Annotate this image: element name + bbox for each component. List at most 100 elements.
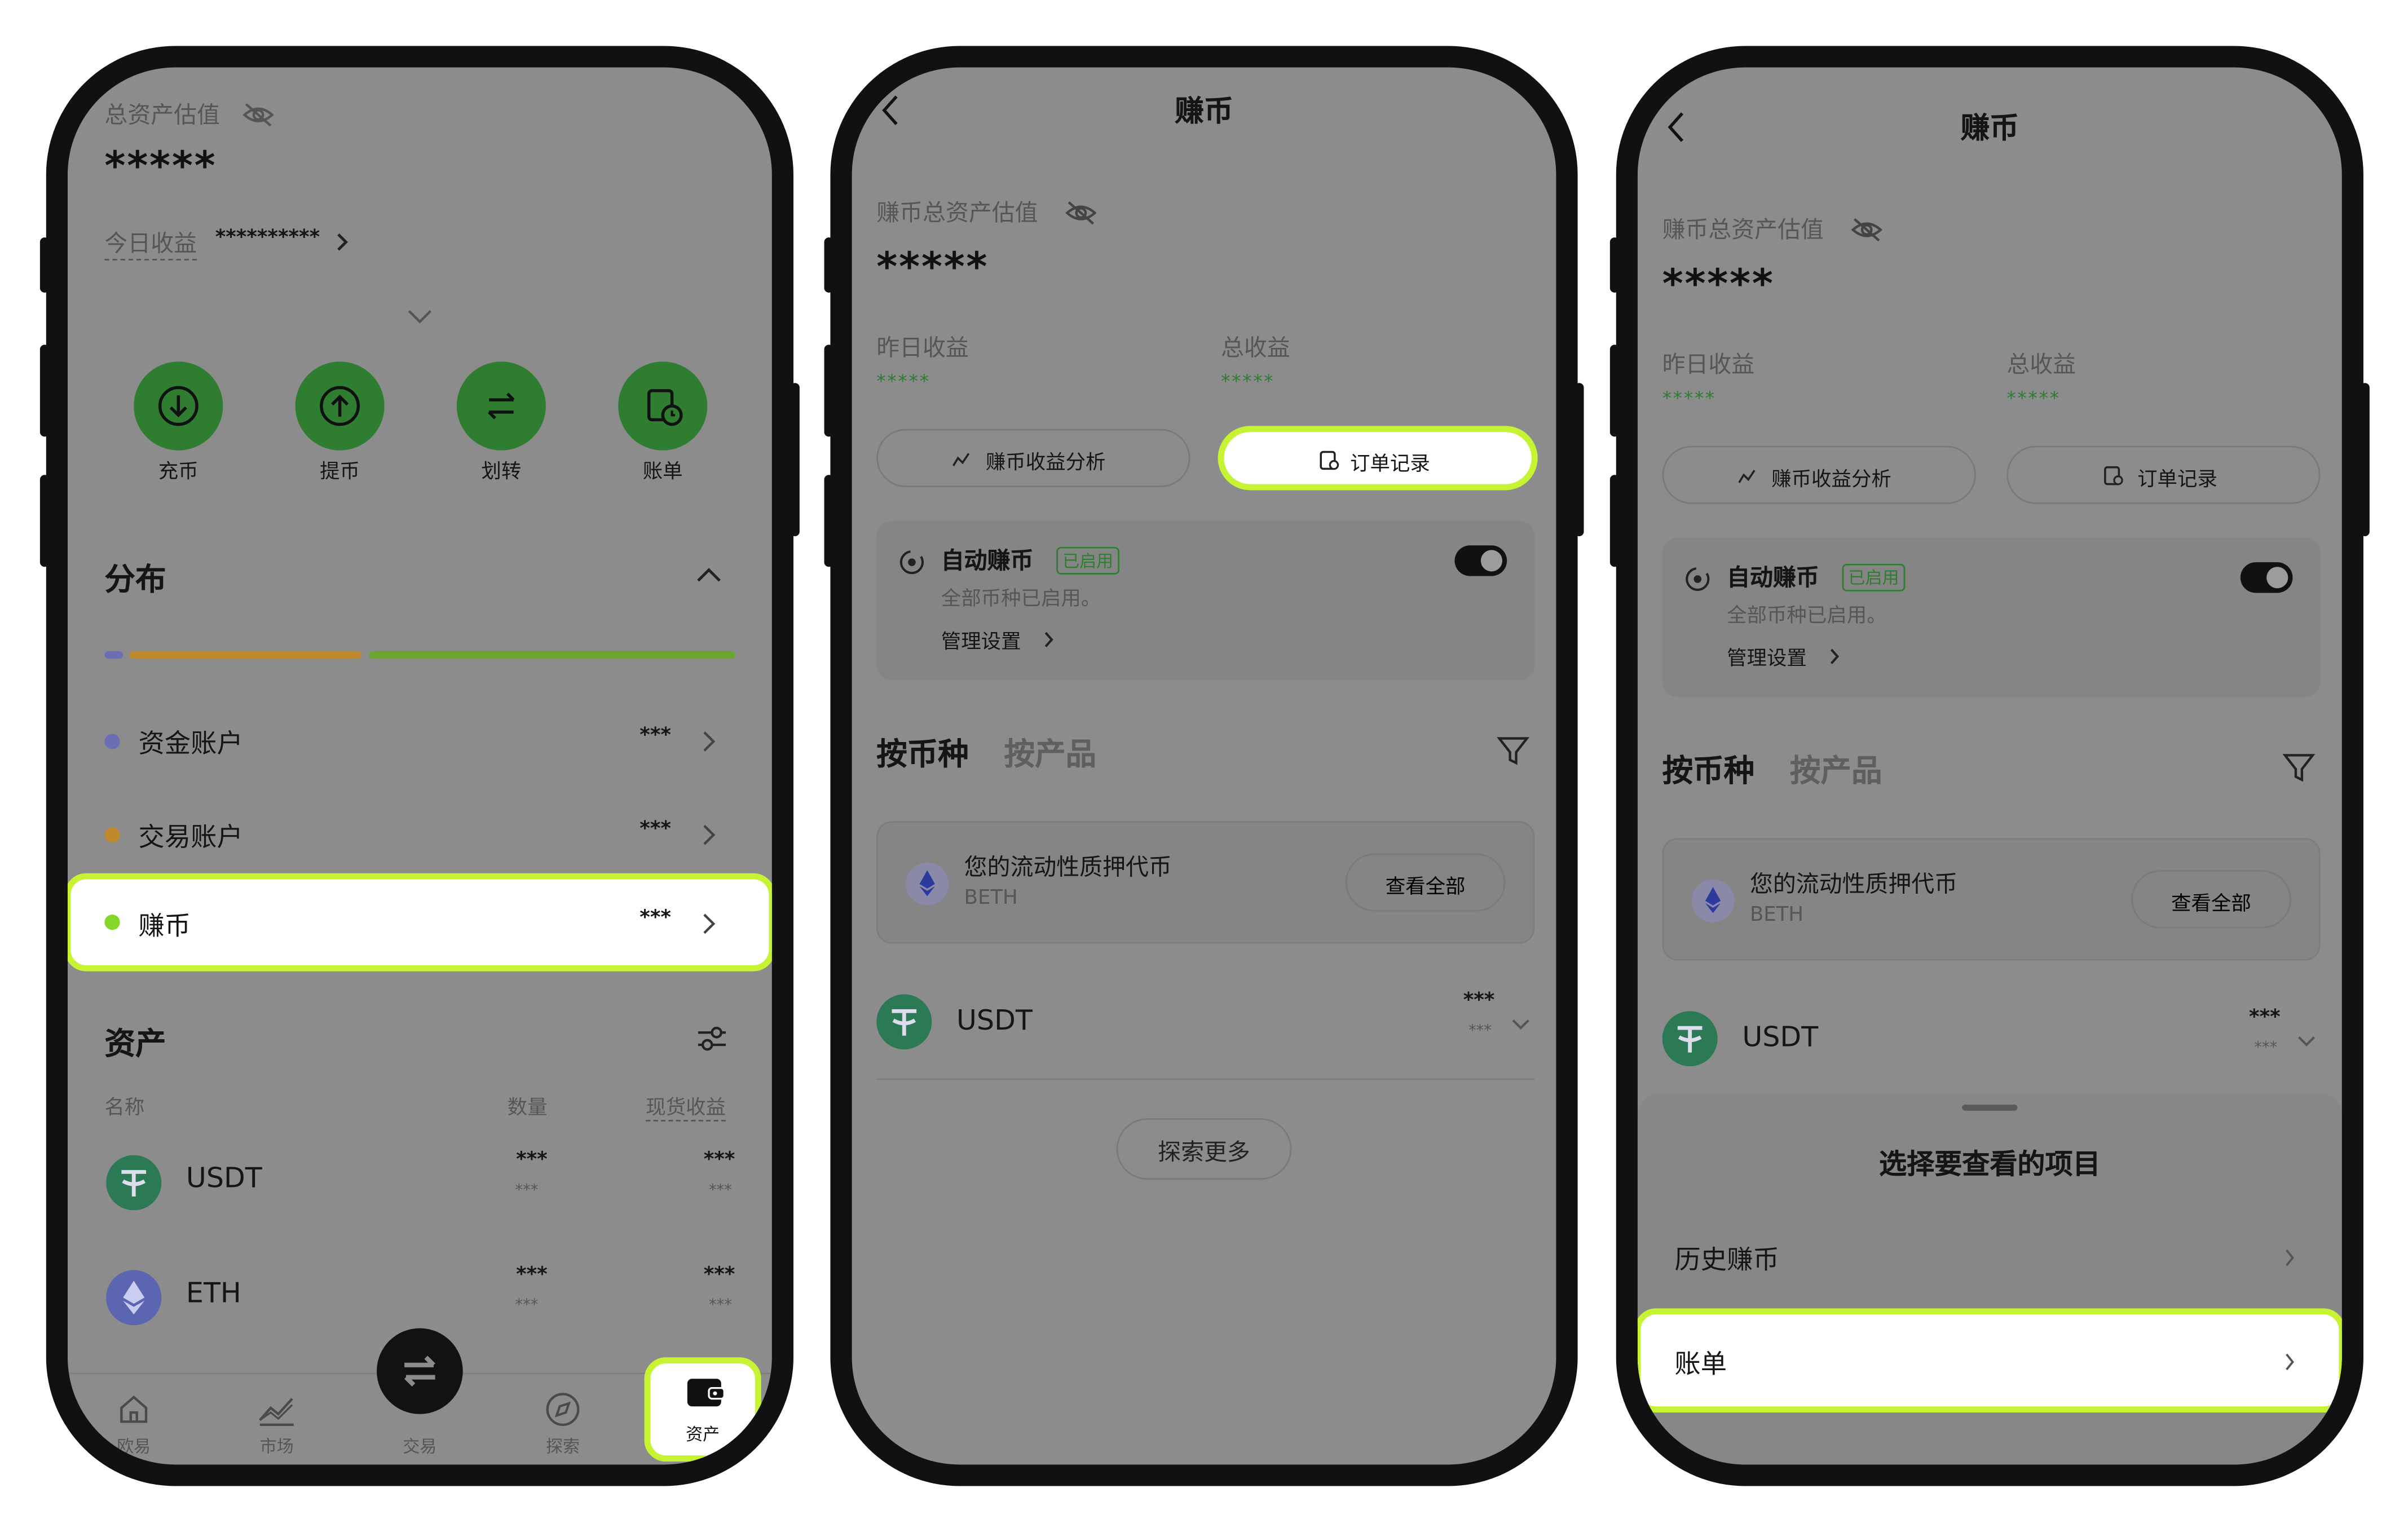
earn-asset-sub: ***: [1468, 1023, 1492, 1040]
asset-name: USDT: [186, 1163, 262, 1195]
auto-earn-title: 自动赚币: [941, 546, 1034, 575]
nav-label: 探索: [545, 1437, 580, 1457]
toggle-knob: [1480, 550, 1502, 572]
nav-assets[interactable]: 资产: [644, 1357, 761, 1462]
yesterday-earnings-label: 昨日收益: [1662, 351, 1755, 379]
tab-by-product[interactable]: 按产品: [1790, 746, 1882, 791]
side-button: [1609, 475, 1620, 567]
filter-icon[interactable]: [2281, 750, 2317, 784]
earn-asset-sub: ***: [2254, 1040, 2278, 1057]
tab-by-product[interactable]: 按产品: [1004, 729, 1097, 774]
trade-fab: [377, 1328, 463, 1414]
yesterday-earnings-label: 昨日收益: [876, 334, 969, 362]
sheet-item-bill[interactable]: 账单: [1637, 1308, 2342, 1413]
deposit-button[interactable]: [134, 361, 223, 451]
chevron-right-icon[interactable]: [334, 231, 349, 253]
account-row-trading[interactable]: 交易账户 ***: [68, 797, 772, 873]
chevron-down-icon: [2297, 1036, 2316, 1047]
nav-market[interactable]: 市场: [233, 1388, 320, 1465]
order-history-button[interactable]: 订单记录: [1218, 426, 1538, 491]
side-button: [1609, 345, 1620, 437]
nav-trade[interactable]: 交易: [377, 1328, 463, 1465]
lsd-card: 您的流动性质押代币 BETH 查看全部: [876, 821, 1535, 944]
auto-earn-toggle[interactable]: [2240, 562, 2293, 593]
row-divider: [876, 1078, 1535, 1080]
transfer-label: 划转: [481, 461, 522, 484]
auto-earn-icon: [899, 550, 924, 575]
withdraw-button[interactable]: [295, 361, 385, 451]
earn-total-label: 赚币总资产估值: [876, 199, 1038, 227]
side-button: [39, 237, 50, 293]
home-icon: [120, 1396, 148, 1423]
screen-assets: 总资产估值 ***** 今日收益 ********** 充币 提币 划转 账单 …: [67, 67, 772, 1465]
lsd-card: 您的流动性质押代币 BETH 查看全部: [1662, 838, 2321, 961]
asset-pnl-sub: ***: [709, 1182, 732, 1200]
beth-icon: [906, 862, 949, 906]
asset-name: ETH: [186, 1277, 241, 1310]
earn-analysis-button[interactable]: 赚币收益分析: [1662, 445, 1976, 504]
chevron-right-icon: [1044, 632, 1053, 647]
view-all-button[interactable]: 查看全部: [2131, 870, 2291, 929]
eye-off-icon[interactable]: [1064, 199, 1098, 227]
view-all-button[interactable]: 查看全部: [1345, 853, 1506, 912]
asset-quantity-sub: ***: [515, 1182, 539, 1200]
eye-off-icon[interactable]: [241, 101, 275, 129]
total-earnings-label: 总收益: [1220, 334, 1290, 362]
account-row-earn[interactable]: 赚币 ***: [67, 873, 772, 972]
manage-settings-link[interactable]: 管理设置: [941, 625, 1021, 654]
side-button: [39, 345, 50, 437]
nav-label: 资产: [686, 1424, 720, 1445]
nav-okx[interactable]: 欧易: [91, 1388, 177, 1465]
earn-dot: [104, 915, 120, 930]
deposit-label: 充币: [158, 461, 199, 484]
auto-earn-toggle[interactable]: [1454, 545, 1507, 576]
bill-button[interactable]: [618, 361, 708, 451]
sheet-handle[interactable]: [1962, 1104, 2018, 1111]
sheet-item-history-earn[interactable]: 历史赚币: [1638, 1216, 2342, 1302]
earn-row-usdt[interactable]: USDT *** ***: [852, 974, 1556, 1075]
side-button: [824, 237, 833, 293]
distribution-title: 分布: [104, 560, 166, 598]
nav-label: 市场: [259, 1437, 294, 1457]
order-history-label: 订单记录: [2137, 469, 2217, 492]
auto-earn-subtitle: 全部币种已启用。: [941, 588, 1101, 612]
chart-icon: [952, 453, 970, 466]
settings-sliders-icon[interactable]: [694, 1021, 730, 1057]
account-row-funding[interactable]: 资金账户 ***: [68, 703, 772, 780]
chevron-right-icon: [2286, 1249, 2294, 1266]
auto-earn-subtitle: 全部币种已启用。: [1727, 605, 1887, 628]
chevron-down-icon: [1512, 1019, 1529, 1030]
enabled-badge: 已启用: [1056, 546, 1120, 575]
asset-pnl: ***: [703, 1264, 735, 1287]
withdraw-label: 提币: [320, 461, 360, 484]
eye-off-icon[interactable]: [1850, 216, 1884, 244]
tab-by-coin[interactable]: 按币种: [876, 729, 969, 774]
earn-analysis-button[interactable]: 赚币收益分析: [876, 429, 1190, 488]
distribution-bar-earn: [369, 651, 735, 659]
today-earnings-label: 今日收益: [104, 227, 197, 261]
side-button: [1609, 237, 1620, 293]
asset-row-usdt[interactable]: USDT *** *** *** ***: [68, 1140, 772, 1231]
earn-row-usdt[interactable]: USDT *** ***: [1638, 991, 2342, 1092]
filter-icon[interactable]: [1494, 734, 1531, 767]
chevron-up-icon[interactable]: [695, 566, 722, 584]
lsd-subtitle: BETH: [964, 887, 1018, 910]
chevron-right-icon: [1830, 648, 1840, 664]
order-history-button[interactable]: 订单记录: [2006, 445, 2321, 504]
order-record-icon: [2104, 466, 2123, 485]
distribution-bar-trading: [129, 651, 361, 659]
transfer-button[interactable]: [456, 361, 546, 451]
total-assets-label: 总资产估值: [104, 101, 220, 129]
chevron-down-icon[interactable]: [406, 308, 434, 326]
asset-pnl: ***: [703, 1149, 735, 1172]
manage-settings-link[interactable]: 管理设置: [1727, 642, 1807, 671]
deposit-icon: [158, 386, 199, 426]
page-title: 赚币: [1960, 112, 2019, 146]
tab-by-coin[interactable]: 按币种: [1662, 746, 1755, 791]
nav-explore[interactable]: 探索: [520, 1388, 606, 1465]
screen-earn-sheet: 赚币 赚币总资产估值 ***** 昨日收益 ***** 总收益 ***** 赚币…: [1637, 67, 2342, 1465]
sheet-item-label: 历史赚币: [1674, 1245, 1779, 1277]
explore-more-button[interactable]: 探索更多: [1116, 1118, 1292, 1180]
column-name: 名称: [104, 1097, 145, 1120]
earn-total-value: *****: [876, 245, 989, 292]
